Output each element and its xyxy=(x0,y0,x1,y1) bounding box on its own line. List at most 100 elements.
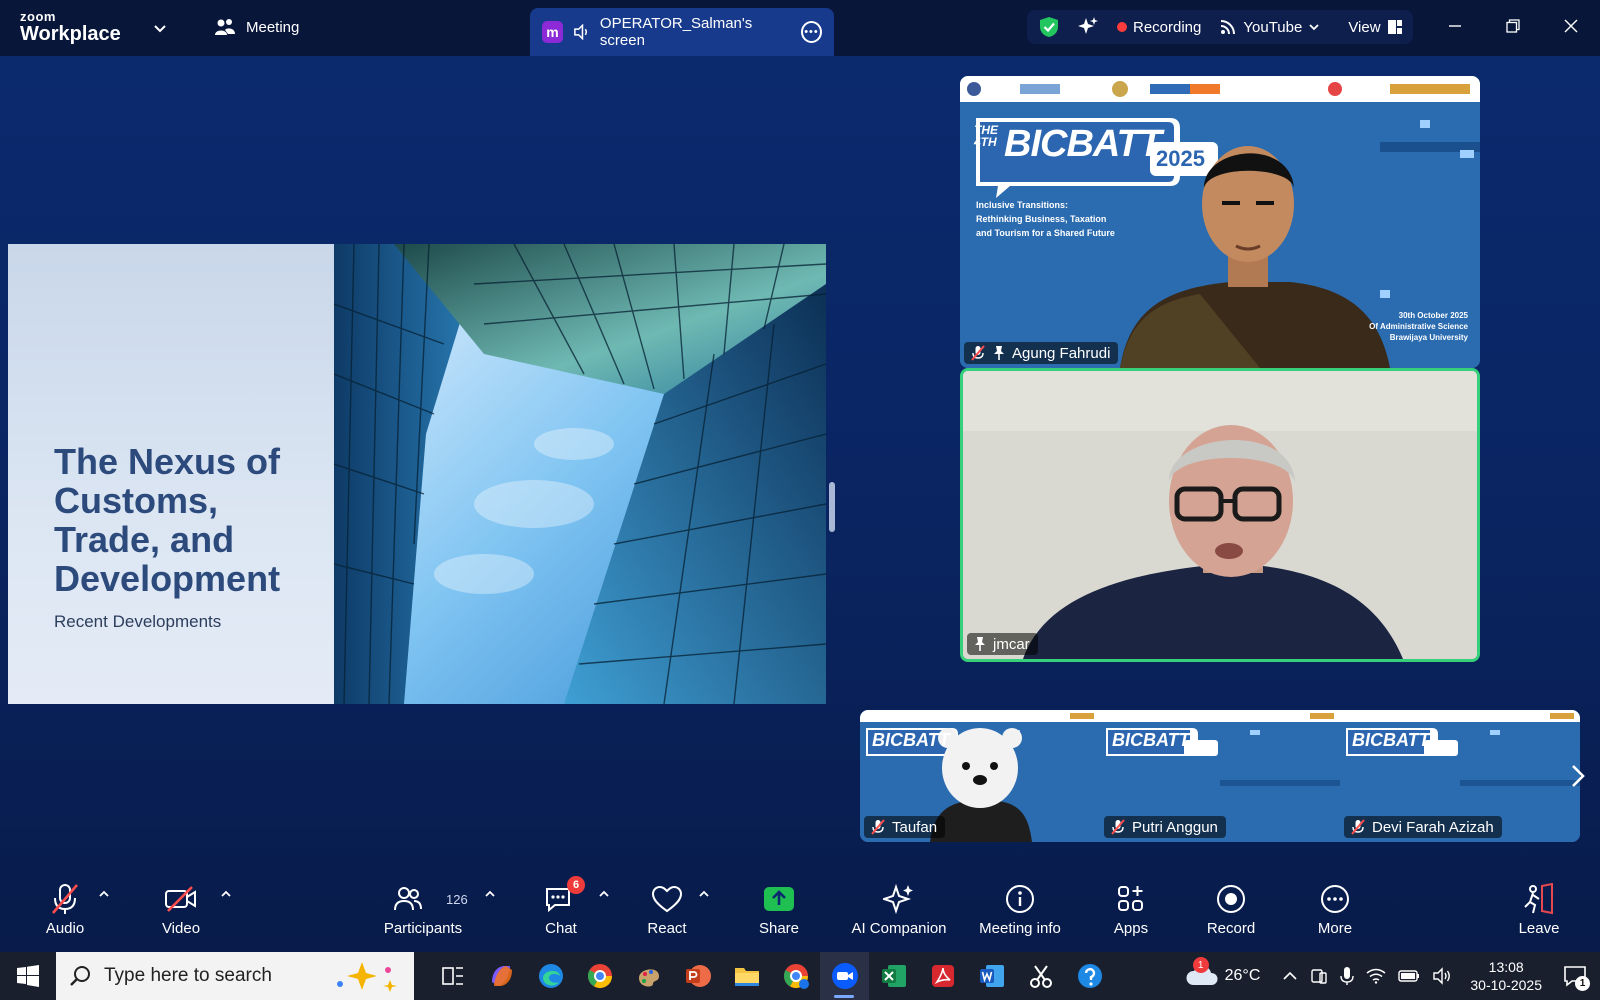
shared-slide[interactable]: The Nexus of Customs, Trade, and Develop… xyxy=(8,244,826,704)
search-icon xyxy=(70,966,90,986)
chevron-up-icon[interactable] xyxy=(698,888,710,900)
help-app[interactable] xyxy=(1065,952,1114,1000)
close-button[interactable] xyxy=(1542,0,1600,52)
participant-name: Agung Fahrudi xyxy=(1012,344,1111,362)
windows-logo-icon xyxy=(17,965,39,987)
participant-name-tag: Agung Fahrudi xyxy=(964,342,1119,364)
share-screen-icon xyxy=(764,887,794,911)
chevron-right-icon[interactable] xyxy=(1566,762,1590,790)
livestream-status[interactable]: YouTube xyxy=(1219,18,1320,36)
powerpoint-app[interactable] xyxy=(673,952,722,1000)
word-app[interactable] xyxy=(967,952,1016,1000)
shared-screen-tab[interactable]: m OPERATOR_Salman's screen ••• xyxy=(530,8,834,56)
video-tile-putri[interactable]: BICBATT Putri Anggun xyxy=(1100,710,1340,842)
meeting-button[interactable]: Meeting xyxy=(214,18,299,36)
slide-title: The Nexus of Customs, Trade, and Develop… xyxy=(54,441,281,599)
file-explorer-app[interactable] xyxy=(722,952,771,1000)
people-icon xyxy=(394,887,422,911)
participant-name: Putri Anggun xyxy=(1132,818,1218,836)
microphone-icon[interactable] xyxy=(1340,966,1355,986)
chevron-up-icon[interactable] xyxy=(484,888,496,900)
leave-button[interactable]: Leave xyxy=(1484,880,1594,937)
minimize-button[interactable] xyxy=(1426,0,1484,52)
participant-name: Taufan xyxy=(892,818,938,836)
snipping-app[interactable] xyxy=(1016,952,1065,1000)
chevron-up-icon[interactable] xyxy=(1282,970,1298,982)
notification-center-button[interactable]: 1 xyxy=(1558,959,1592,993)
more-button[interactable]: More xyxy=(1280,880,1390,937)
video-tile-agung[interactable]: THE 4TH BICBATT 2025 Inclusive Transitio… xyxy=(960,76,1480,368)
share-label: Share xyxy=(758,920,800,937)
video-tile-taufan[interactable]: BICBATT Taufan xyxy=(860,710,1100,842)
conference-banner-mini: BICBATT xyxy=(1352,730,1430,750)
folder-icon xyxy=(734,968,759,986)
ai-companion-button[interactable]: AI Companion xyxy=(838,880,960,937)
acrobat-app[interactable] xyxy=(918,952,967,1000)
video-off-icon xyxy=(165,886,196,912)
participants-button[interactable]: Participants xyxy=(368,880,478,937)
record-label: Record xyxy=(1206,920,1256,937)
record-icon xyxy=(1217,885,1245,913)
ai-companion-label: AI Companion xyxy=(851,920,947,937)
chrome-profile-app[interactable] xyxy=(771,952,820,1000)
weather-widget[interactable]: 1 26°C xyxy=(1185,957,1260,989)
conference-banner: THE 4TH BICBATT xyxy=(974,123,1162,165)
broadcast-icon xyxy=(1221,20,1236,35)
glass-building-photo xyxy=(334,244,826,704)
speaker-icon[interactable] xyxy=(573,24,590,40)
taskbar-search[interactable]: Type here to search xyxy=(56,952,414,1000)
recording-status[interactable]: Recording xyxy=(1117,19,1201,36)
meeting-toolbar: Audio Video Participants 126 6 Chat Reac… xyxy=(0,876,1600,948)
participant-name-tag: Taufan xyxy=(864,816,946,838)
apps-label: Apps xyxy=(1113,920,1149,937)
windows-taskbar: Type here to search 1 26°C 13:08 30-10-2… xyxy=(0,952,1600,1000)
close-icon xyxy=(1564,19,1578,33)
battery-icon[interactable] xyxy=(1398,969,1420,983)
apps-button[interactable]: Apps xyxy=(1076,880,1186,937)
phone-link-icon[interactable] xyxy=(1310,967,1328,985)
mic-muted-icon xyxy=(1111,819,1125,835)
wifi-icon[interactable] xyxy=(1366,968,1386,984)
volume-icon[interactable] xyxy=(1432,967,1452,985)
system-clock[interactable]: 13:08 30-10-2025 xyxy=(1470,958,1542,994)
more-icon xyxy=(1321,885,1349,913)
mic-muted-icon xyxy=(52,884,78,914)
ai-status[interactable] xyxy=(1077,16,1099,38)
meeting-info-label: Meeting info xyxy=(979,920,1061,937)
video-tile-jmcar[interactable]: jmcar xyxy=(960,368,1480,662)
copilot-app[interactable] xyxy=(477,952,526,1000)
edge-app[interactable] xyxy=(526,952,575,1000)
participant-name: jmcar xyxy=(993,635,1030,653)
word-icon xyxy=(979,965,1004,987)
chevron-up-icon[interactable] xyxy=(220,888,232,900)
zoom-app[interactable] xyxy=(820,952,869,1000)
panel-resize-handle[interactable] xyxy=(829,482,835,532)
paint-app[interactable] xyxy=(624,952,673,1000)
task-view-button[interactable] xyxy=(428,952,477,1000)
chrome-app[interactable] xyxy=(575,952,624,1000)
chevron-up-icon[interactable] xyxy=(598,888,610,900)
conference-banner-mini: BICBATT xyxy=(872,730,950,750)
sparkle-icon xyxy=(883,883,913,915)
more-options-icon[interactable]: ••• xyxy=(800,21,822,43)
meeting-label: Meeting xyxy=(246,18,300,36)
chevron-down-icon[interactable] xyxy=(152,20,168,36)
meeting-info-button[interactable]: Meeting info xyxy=(964,880,1076,937)
share-button[interactable]: Share xyxy=(724,880,834,937)
video-tile-devi[interactable]: BICBATT Devi Farah Azizah xyxy=(1340,710,1580,842)
chevron-up-icon[interactable] xyxy=(98,888,110,900)
brand-bottom: Workplace xyxy=(20,23,121,45)
heart-icon xyxy=(651,885,683,913)
copilot-icon xyxy=(491,966,512,986)
leave-label: Leave xyxy=(1518,920,1560,937)
tray-icons xyxy=(1282,966,1452,986)
restore-button[interactable] xyxy=(1484,0,1542,52)
start-button[interactable] xyxy=(0,952,56,1000)
security-status[interactable] xyxy=(1039,16,1059,38)
view-button[interactable]: View xyxy=(1348,19,1402,36)
record-button[interactable]: Record xyxy=(1176,880,1286,937)
excel-app[interactable] xyxy=(869,952,918,1000)
shared-screen-label: OPERATOR_Salman's screen xyxy=(599,15,753,49)
title-bar: zoom Workplace Meeting m OPERATOR_Salman… xyxy=(0,0,1600,56)
minimize-icon xyxy=(1449,25,1461,27)
